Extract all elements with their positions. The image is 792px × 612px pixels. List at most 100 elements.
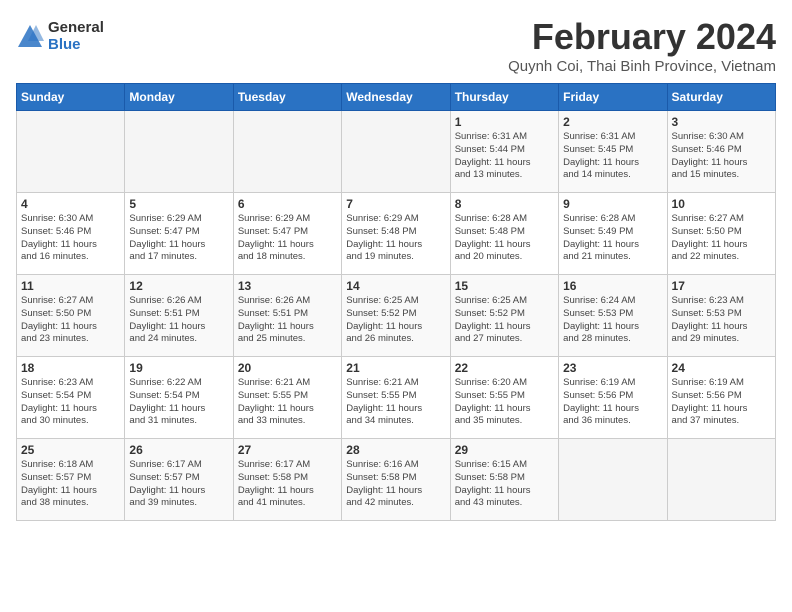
week-row-1: 1Sunrise: 6:31 AM Sunset: 5:44 PM Daylig… bbox=[17, 111, 776, 193]
day-number: 9 bbox=[563, 197, 662, 211]
day-number: 28 bbox=[346, 443, 445, 457]
day-info: Sunrise: 6:28 AM Sunset: 5:48 PM Dayligh… bbox=[455, 213, 554, 264]
day-info: Sunrise: 6:31 AM Sunset: 5:44 PM Dayligh… bbox=[455, 131, 554, 182]
location-subtitle: Quynh Coi, Thai Binh Province, Vietnam bbox=[508, 58, 776, 75]
day-info: Sunrise: 6:30 AM Sunset: 5:46 PM Dayligh… bbox=[672, 131, 771, 182]
week-row-2: 4Sunrise: 6:30 AM Sunset: 5:46 PM Daylig… bbox=[17, 193, 776, 275]
week-row-4: 18 Sunrise: 6:23 AM Sunset: 5:54 PM Dayli… bbox=[17, 357, 776, 439]
day-number: 21 bbox=[346, 361, 445, 375]
day-cell: 9 Sunrise: 6:28 AM Sunset: 5:49 PM Daylig… bbox=[559, 193, 667, 275]
day-number: 13 bbox=[238, 279, 337, 293]
day-cell bbox=[17, 111, 125, 193]
day-cell: 20 Sunrise: 6:21 AM Sunset: 5:55 PM Dayli… bbox=[233, 357, 341, 439]
day-cell bbox=[125, 111, 233, 193]
day-number: 4 bbox=[21, 197, 120, 211]
title-block: February 2024 Quynh Coi, Thai Binh Provi… bbox=[508, 16, 776, 75]
day-info: Sunrise: 6:28 AM Sunset: 5:49 PM Dayligh… bbox=[563, 213, 662, 264]
day-info: Sunrise: 6:25 AM Sunset: 5:52 PM Dayligh… bbox=[455, 295, 554, 346]
calendar-table: SundayMondayTuesdayWednesdayThursdayFrid… bbox=[16, 83, 776, 521]
day-cell: 17 Sunrise: 6:23 AM Sunset: 5:53 PM Dayli… bbox=[667, 275, 775, 357]
day-number: 25 bbox=[21, 443, 120, 457]
calendar-body: 1Sunrise: 6:31 AM Sunset: 5:44 PM Daylig… bbox=[17, 111, 776, 521]
day-info: Sunrise: 6:17 AM Sunset: 5:57 PM Dayligh… bbox=[129, 459, 228, 510]
day-cell: 12 Sunrise: 6:26 AM Sunset: 5:51 PM Dayli… bbox=[125, 275, 233, 357]
day-cell: 13 Sunrise: 6:26 AM Sunset: 5:51 PM Dayli… bbox=[233, 275, 341, 357]
day-info: Sunrise: 6:27 AM Sunset: 5:50 PM Dayligh… bbox=[21, 295, 120, 346]
day-cell: 15 Sunrise: 6:25 AM Sunset: 5:52 PM Dayli… bbox=[450, 275, 558, 357]
week-row-3: 11 Sunrise: 6:27 AM Sunset: 5:50 PM Dayli… bbox=[17, 275, 776, 357]
day-number: 26 bbox=[129, 443, 228, 457]
day-cell: 8 Sunrise: 6:28 AM Sunset: 5:48 PM Daylig… bbox=[450, 193, 558, 275]
week-row-5: 25 Sunrise: 6:18 AM Sunset: 5:57 PM Dayli… bbox=[17, 439, 776, 521]
day-number: 3 bbox=[672, 115, 771, 129]
logo-blue: Blue bbox=[48, 37, 104, 54]
day-cell: 7 Sunrise: 6:29 AM Sunset: 5:48 PM Daylig… bbox=[342, 193, 450, 275]
day-number: 15 bbox=[455, 279, 554, 293]
day-cell: 23Sunrise: 6:19 AM Sunset: 5:56 PM Dayli… bbox=[559, 357, 667, 439]
day-cell: 2Sunrise: 6:31 AM Sunset: 5:45 PM Daylig… bbox=[559, 111, 667, 193]
month-year-title: February 2024 bbox=[508, 16, 776, 58]
day-info: Sunrise: 6:26 AM Sunset: 5:51 PM Dayligh… bbox=[129, 295, 228, 346]
day-number: 24 bbox=[672, 361, 771, 375]
day-cell: 28 Sunrise: 6:16 AM Sunset: 5:58 PM Dayli… bbox=[342, 439, 450, 521]
day-cell bbox=[342, 111, 450, 193]
day-cell bbox=[233, 111, 341, 193]
day-number: 12 bbox=[129, 279, 228, 293]
header-monday: Monday bbox=[125, 84, 233, 111]
day-info: Sunrise: 6:21 AM Sunset: 5:55 PM Dayligh… bbox=[238, 377, 337, 428]
day-info: Sunrise: 6:29 AM Sunset: 5:47 PM Dayligh… bbox=[129, 213, 228, 264]
day-info: Sunrise: 6:26 AM Sunset: 5:51 PM Dayligh… bbox=[238, 295, 337, 346]
day-info: Sunrise: 6:20 AM Sunset: 5:55 PM Dayligh… bbox=[455, 377, 554, 428]
day-info: Sunrise: 6:22 AM Sunset: 5:54 PM Dayligh… bbox=[129, 377, 228, 428]
day-info: Sunrise: 6:27 AM Sunset: 5:50 PM Dayligh… bbox=[672, 213, 771, 264]
header-row: SundayMondayTuesdayWednesdayThursdayFrid… bbox=[17, 84, 776, 111]
day-info: Sunrise: 6:15 AM Sunset: 5:58 PM Dayligh… bbox=[455, 459, 554, 510]
day-cell: 6Sunrise: 6:29 AM Sunset: 5:47 PM Daylig… bbox=[233, 193, 341, 275]
logo: General Blue bbox=[16, 20, 104, 53]
day-number: 20 bbox=[238, 361, 337, 375]
day-number: 10 bbox=[672, 197, 771, 211]
day-cell: 29Sunrise: 6:15 AM Sunset: 5:58 PM Dayli… bbox=[450, 439, 558, 521]
header-saturday: Saturday bbox=[667, 84, 775, 111]
day-cell bbox=[559, 439, 667, 521]
day-cell: 18 Sunrise: 6:23 AM Sunset: 5:54 PM Dayli… bbox=[17, 357, 125, 439]
day-info: Sunrise: 6:18 AM Sunset: 5:57 PM Dayligh… bbox=[21, 459, 120, 510]
day-cell: 14 Sunrise: 6:25 AM Sunset: 5:52 PM Dayli… bbox=[342, 275, 450, 357]
day-cell: 3 Sunrise: 6:30 AM Sunset: 5:46 PM Daylig… bbox=[667, 111, 775, 193]
day-cell: 22 Sunrise: 6:20 AM Sunset: 5:55 PM Dayli… bbox=[450, 357, 558, 439]
day-info: Sunrise: 6:21 AM Sunset: 5:55 PM Dayligh… bbox=[346, 377, 445, 428]
day-cell: 16 Sunrise: 6:24 AM Sunset: 5:53 PM Dayli… bbox=[559, 275, 667, 357]
day-info: Sunrise: 6:29 AM Sunset: 5:48 PM Dayligh… bbox=[346, 213, 445, 264]
header-wednesday: Wednesday bbox=[342, 84, 450, 111]
logo-icon bbox=[16, 23, 44, 51]
day-number: 8 bbox=[455, 197, 554, 211]
day-number: 22 bbox=[455, 361, 554, 375]
day-number: 16 bbox=[563, 279, 662, 293]
day-info: Sunrise: 6:16 AM Sunset: 5:58 PM Dayligh… bbox=[346, 459, 445, 510]
header-tuesday: Tuesday bbox=[233, 84, 341, 111]
day-info: Sunrise: 6:19 AM Sunset: 5:56 PM Dayligh… bbox=[563, 377, 662, 428]
day-info: Sunrise: 6:24 AM Sunset: 5:53 PM Dayligh… bbox=[563, 295, 662, 346]
day-cell: 24Sunrise: 6:19 AM Sunset: 5:56 PM Dayli… bbox=[667, 357, 775, 439]
day-info: Sunrise: 6:23 AM Sunset: 5:54 PM Dayligh… bbox=[21, 377, 120, 428]
day-number: 6 bbox=[238, 197, 337, 211]
day-cell: 19Sunrise: 6:22 AM Sunset: 5:54 PM Dayli… bbox=[125, 357, 233, 439]
day-number: 2 bbox=[563, 115, 662, 129]
day-cell: 4Sunrise: 6:30 AM Sunset: 5:46 PM Daylig… bbox=[17, 193, 125, 275]
day-number: 27 bbox=[238, 443, 337, 457]
day-info: Sunrise: 6:25 AM Sunset: 5:52 PM Dayligh… bbox=[346, 295, 445, 346]
day-number: 11 bbox=[21, 279, 120, 293]
day-number: 7 bbox=[346, 197, 445, 211]
day-number: 17 bbox=[672, 279, 771, 293]
day-number: 18 bbox=[21, 361, 120, 375]
header-thursday: Thursday bbox=[450, 84, 558, 111]
day-info: Sunrise: 6:17 AM Sunset: 5:58 PM Dayligh… bbox=[238, 459, 337, 510]
day-info: Sunrise: 6:23 AM Sunset: 5:53 PM Dayligh… bbox=[672, 295, 771, 346]
day-cell: 25 Sunrise: 6:18 AM Sunset: 5:57 PM Dayli… bbox=[17, 439, 125, 521]
header-friday: Friday bbox=[559, 84, 667, 111]
header-sunday: Sunday bbox=[17, 84, 125, 111]
day-cell: 27 Sunrise: 6:17 AM Sunset: 5:58 PM Dayli… bbox=[233, 439, 341, 521]
day-cell: 11 Sunrise: 6:27 AM Sunset: 5:50 PM Dayli… bbox=[17, 275, 125, 357]
day-cell: 1Sunrise: 6:31 AM Sunset: 5:44 PM Daylig… bbox=[450, 111, 558, 193]
day-number: 14 bbox=[346, 279, 445, 293]
